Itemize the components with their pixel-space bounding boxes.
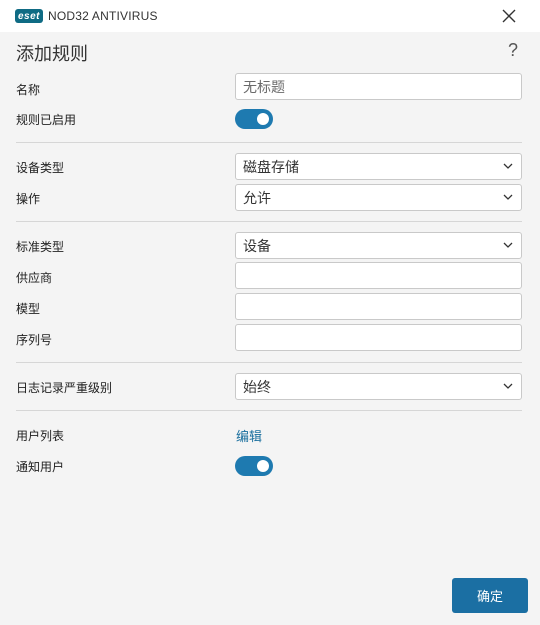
notify-user-toggle[interactable]: [235, 456, 273, 476]
vendor-label: 供应商: [16, 271, 53, 285]
notify-user-label: 通知用户: [16, 460, 65, 474]
serial-input[interactable]: [235, 324, 522, 351]
divider: [16, 362, 522, 363]
divider: [16, 142, 522, 143]
action-label: 操作: [16, 192, 41, 206]
device-type-label: 设备类型: [16, 161, 65, 175]
user-list-edit-link[interactable]: 编辑: [236, 426, 262, 445]
name-input[interactable]: 无标题: [235, 73, 522, 100]
rule-enabled-toggle[interactable]: [235, 109, 273, 129]
title-bar: eset NOD32 ANTIVIRUS: [0, 0, 540, 32]
divider: [16, 410, 522, 411]
name-label: 名称: [16, 83, 41, 97]
action-select[interactable]: 允许: [235, 184, 522, 211]
device-type-select[interactable]: 磁盘存储: [235, 153, 522, 180]
user-list-label: 用户列表: [16, 429, 65, 443]
product-name: NOD32 ANTIVIRUS: [48, 9, 158, 23]
close-button[interactable]: [500, 7, 518, 25]
chevron-down-icon: [503, 383, 513, 389]
help-button[interactable]: ?: [508, 40, 518, 61]
log-severity-select[interactable]: 始终: [235, 373, 522, 400]
model-input[interactable]: [235, 293, 522, 320]
criteria-type-label: 标准类型: [16, 240, 65, 254]
log-severity-label: 日志记录严重级别: [16, 381, 113, 395]
page-title: 添加规则: [16, 44, 88, 64]
close-icon: [502, 9, 516, 23]
divider: [16, 221, 522, 222]
toggle-knob: [257, 460, 269, 472]
action-value: 允许: [243, 189, 271, 206]
device-type-value: 磁盘存储: [243, 158, 299, 175]
model-label: 模型: [16, 302, 41, 316]
toggle-knob: [257, 113, 269, 125]
eset-logo: eset: [15, 9, 44, 23]
rule-enabled-label: 规则已启用: [16, 113, 77, 127]
criteria-type-select[interactable]: 设备: [235, 232, 522, 259]
chevron-down-icon: [503, 163, 513, 169]
vendor-input[interactable]: [235, 262, 522, 289]
chevron-down-icon: [503, 194, 513, 200]
chevron-down-icon: [503, 242, 513, 248]
serial-label: 序列号: [16, 333, 53, 347]
ok-button[interactable]: 确定: [452, 578, 528, 613]
criteria-type-value: 设备: [243, 237, 271, 254]
log-severity-value: 始终: [243, 378, 271, 395]
